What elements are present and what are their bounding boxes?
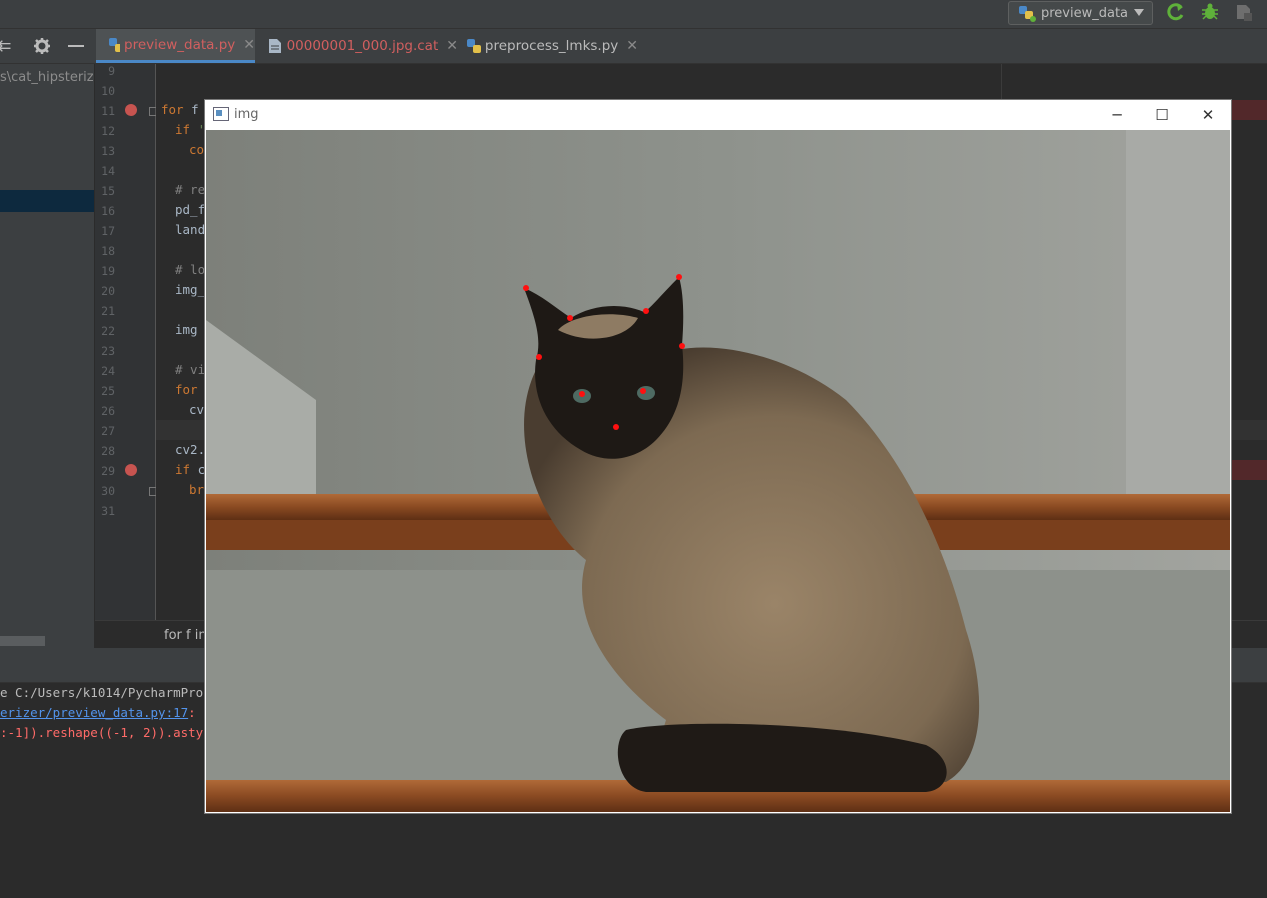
cat-photo bbox=[206, 130, 1230, 812]
line-number: 19 bbox=[101, 264, 115, 278]
line-number: 9 bbox=[108, 64, 115, 78]
tab-label: preprocess_lmks.py bbox=[484, 38, 619, 54]
code-line-25: for bbox=[175, 382, 198, 397]
image-window[interactable]: img ─ ☐ ✕ bbox=[205, 100, 1231, 813]
doorframe bbox=[1126, 130, 1230, 502]
landmark-point bbox=[536, 354, 542, 360]
line-number: 18 bbox=[101, 244, 115, 258]
main-toolbar: preview_data bbox=[0, 0, 1267, 29]
code-line-22: img bbox=[175, 322, 198, 337]
line-number: 24 bbox=[101, 364, 115, 378]
code-text: f bbox=[183, 102, 199, 117]
selected-tree-item[interactable] bbox=[0, 190, 94, 212]
maximize-button[interactable]: ☐ bbox=[1139, 100, 1185, 130]
keyword: for bbox=[161, 102, 184, 117]
landmark-point bbox=[613, 424, 619, 430]
tab-label: preview_data.py bbox=[124, 36, 236, 53]
line-number: 31 bbox=[101, 504, 115, 518]
line-number: 16 bbox=[101, 204, 115, 218]
cat-right-eye bbox=[637, 386, 655, 400]
landmark-point bbox=[523, 285, 529, 291]
landmark-point bbox=[676, 274, 682, 280]
breadcrumb[interactable]: for f in bbox=[164, 628, 207, 643]
window-title: img bbox=[234, 107, 259, 122]
breakpoint-icon[interactable] bbox=[125, 104, 137, 116]
close-icon[interactable]: ✕ bbox=[243, 37, 255, 53]
horizontal-scrollbar[interactable] bbox=[0, 636, 45, 646]
python-file-icon bbox=[467, 39, 481, 53]
close-icon[interactable]: ✕ bbox=[626, 38, 638, 54]
minimize-button[interactable]: ─ bbox=[1094, 100, 1140, 130]
line-number: 30 bbox=[101, 484, 115, 498]
close-icon[interactable]: ✕ bbox=[446, 38, 458, 54]
line-number: 29 bbox=[101, 464, 115, 478]
rerun-icon[interactable] bbox=[1166, 2, 1186, 22]
keyword: if bbox=[175, 462, 191, 477]
console-line: :-1]).reshape((-1, 2)).astype( bbox=[0, 725, 226, 740]
tab-jpg-cat[interactable]: 00000001_000.jpg.cat ✕ bbox=[258, 29, 458, 63]
code-line-19: # lo bbox=[175, 262, 206, 277]
code-line-13: co bbox=[189, 142, 205, 157]
line-number: 26 bbox=[101, 404, 115, 418]
code-line-12: if ' bbox=[175, 122, 205, 137]
line-number: 28 bbox=[101, 444, 115, 458]
code-line-24: # vi bbox=[175, 362, 206, 377]
collapse-arrow-icon[interactable]: ⇇ bbox=[0, 36, 11, 55]
python-file-icon bbox=[109, 37, 121, 52]
code-line-20: img_ bbox=[175, 282, 206, 297]
console-link[interactable]: erizer/preview_data.py:17 bbox=[0, 705, 188, 720]
landmark-point bbox=[567, 315, 573, 321]
tab-preprocess-lmks[interactable]: preprocess_lmks.py ✕ bbox=[458, 29, 638, 63]
line-number-gutter: 9 10 11 12 13 14 15 16 17 18 19 20 21 22… bbox=[95, 64, 158, 620]
hide-panel-icon[interactable] bbox=[68, 45, 84, 47]
debug-icon[interactable] bbox=[1200, 2, 1220, 22]
code-line-16: pd_f bbox=[175, 202, 206, 217]
stop-icon[interactable] bbox=[1234, 2, 1254, 22]
run-configuration-label: preview_data bbox=[1041, 5, 1129, 21]
breakpoint-icon[interactable] bbox=[125, 464, 137, 476]
breakpoint-line-highlight bbox=[1230, 460, 1267, 480]
keyword: if bbox=[175, 122, 191, 137]
gear-icon[interactable] bbox=[33, 37, 51, 55]
line-number: 17 bbox=[101, 224, 115, 238]
line-number: 25 bbox=[101, 384, 115, 398]
line-number: 21 bbox=[101, 304, 115, 318]
code-line-28: cv2. bbox=[175, 442, 206, 457]
landmark-point bbox=[640, 388, 646, 394]
editor-tab-bar: ⇇ preview_data.py ✕ 00000001_000.jpg.cat… bbox=[0, 29, 1267, 64]
project-panel: s\cat_hipsteriz bbox=[0, 64, 94, 648]
line-number: 11 bbox=[101, 104, 115, 118]
line-number: 14 bbox=[101, 164, 115, 178]
code-line-26: cv bbox=[189, 402, 205, 417]
chevron-down-icon bbox=[1134, 9, 1144, 16]
project-path: s\cat_hipsteriz bbox=[0, 70, 94, 85]
line-number: 20 bbox=[101, 284, 115, 298]
text-file-icon bbox=[269, 39, 281, 53]
python-run-config-icon bbox=[1019, 6, 1036, 22]
line-number: 23 bbox=[101, 344, 115, 358]
landmark-point bbox=[643, 308, 649, 314]
line-number: 12 bbox=[101, 124, 115, 138]
breakpoint-line-highlight bbox=[1230, 100, 1267, 120]
line-number: 15 bbox=[101, 184, 115, 198]
code-text: ' bbox=[190, 122, 206, 137]
code-line-11: for f bbox=[161, 102, 199, 117]
landmark-point bbox=[679, 343, 685, 349]
close-button[interactable]: ✕ bbox=[1185, 100, 1231, 130]
landmark-point bbox=[579, 391, 585, 397]
tab-label: 00000001_000.jpg.cat bbox=[286, 38, 439, 54]
line-number: 10 bbox=[101, 84, 115, 98]
console-line: e C:/Users/k1014/PycharmProjec bbox=[0, 685, 226, 700]
window-app-icon bbox=[213, 107, 229, 121]
run-configuration-dropdown[interactable]: preview_data bbox=[1008, 1, 1153, 25]
tab-preview-data[interactable]: preview_data.py ✕ bbox=[96, 29, 255, 63]
code-line-15: # re bbox=[175, 182, 206, 197]
line-number: 22 bbox=[101, 324, 115, 338]
line-number: 27 bbox=[101, 424, 115, 438]
code-line-17: land bbox=[175, 222, 206, 237]
line-number: 13 bbox=[101, 144, 115, 158]
console-line: erizer/preview_data.py:17: Fut bbox=[0, 705, 226, 720]
